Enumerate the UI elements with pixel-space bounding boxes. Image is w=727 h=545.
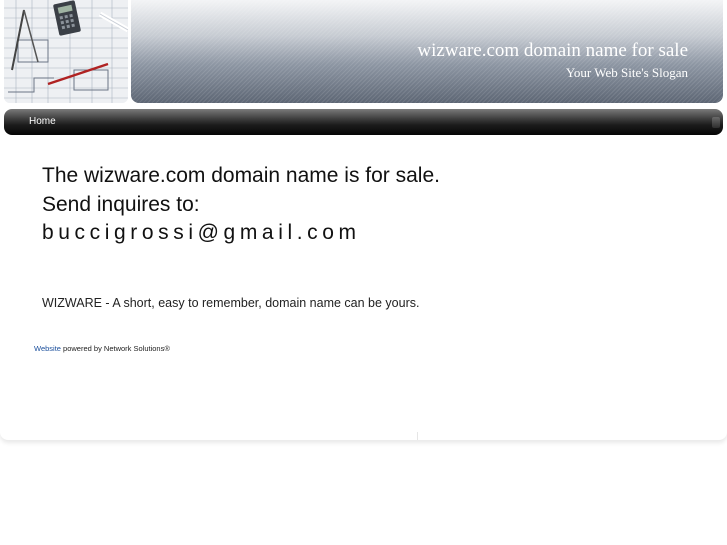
navbar-end-cap [712,117,720,128]
domain-tagline: WIZWARE - A short, easy to remember, dom… [42,296,420,310]
blueprint-drawing-icon [4,0,128,103]
footer-credit: Website powered by Network Solutions® [34,344,170,353]
nav-item-home[interactable]: Home [29,116,56,127]
contact-email: buccigrossi@gmail.com [42,221,361,244]
powered-by-text: powered by Network Solutions® [60,344,170,353]
content-divider [417,432,418,440]
site-title: wizware.com domain name for sale [417,40,688,61]
website-link[interactable]: Website [34,344,61,353]
sale-announcement: The wizware.com domain name is for sale. [42,164,440,187]
inquiry-prompt: Send inquires to: [42,193,200,216]
header-blueprint-image [4,0,128,103]
site-slogan: Your Web Site's Slogan [565,65,688,80]
header-banner: wizware.com domain name for sale Your We… [131,0,723,103]
navigation-bar: Home [4,109,723,135]
